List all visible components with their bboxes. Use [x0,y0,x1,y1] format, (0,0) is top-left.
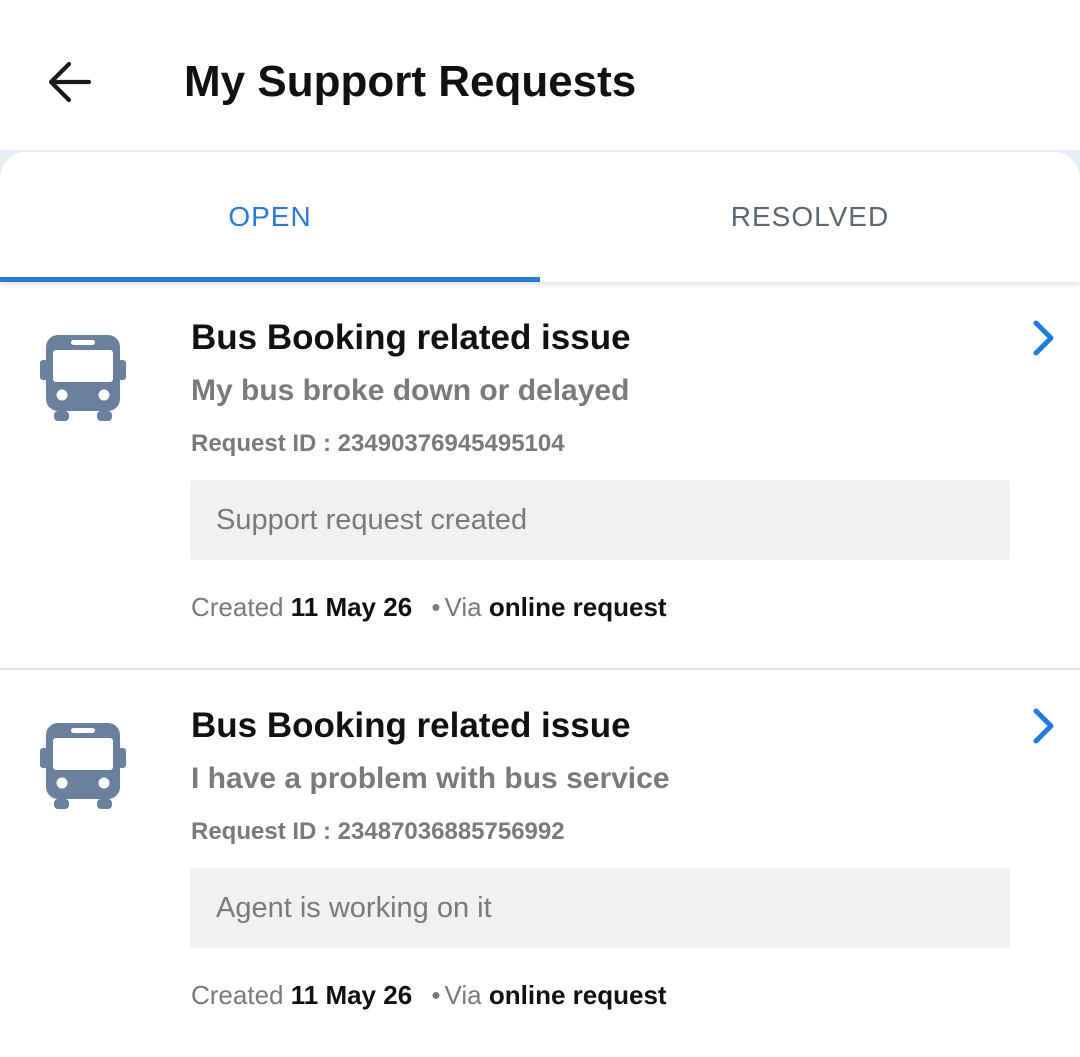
request-meta: Created 11 May 26 • Via online request [191,592,667,623]
status-text: Support request created [216,503,528,536]
created-label: Created [191,592,284,622]
created-label: Created [191,980,284,1010]
request-channel: online request [488,592,667,622]
tab-resolved-label: RESOLVED [730,201,890,232]
request-issue: I have a problem with bus service [191,762,670,795]
request-channel: online request [488,980,667,1010]
status-box: Agent is working on it [190,868,1010,948]
arrow-left-icon [48,61,92,103]
bus-icon [40,335,126,421]
meta-separator: • [431,980,441,1010]
request-id: Request ID : 23490376945495104 [191,430,565,457]
tab-open[interactable]: OPEN [0,152,540,282]
tab-bar: OPEN RESOLVED [0,152,1080,282]
active-tab-indicator [0,277,540,282]
via-label: Via [444,592,482,622]
created-date: 11 May 26 [290,592,413,622]
support-requests-screen: My Support Requests OPEN RESOLVED Bus Bo… [0,0,1080,1057]
chevron-right-icon[interactable] [1028,706,1058,746]
app-header: My Support Requests [0,0,1080,160]
tab-open-label: OPEN [228,201,312,232]
support-request-card[interactable]: Bus Booking related issue My bus broke d… [0,282,1080,670]
back-button[interactable] [34,46,106,118]
status-box: Support request created [190,480,1010,560]
bus-icon [40,723,126,809]
request-category: Bus Booking related issue [191,706,631,745]
tab-resolved[interactable]: RESOLVED [540,152,1080,282]
page-title: My Support Requests [184,57,637,106]
status-text: Agent is working on it [216,891,492,924]
meta-separator: • [431,592,441,622]
request-issue: My bus broke down or delayed [191,374,630,407]
via-label: Via [444,980,482,1010]
request-category: Bus Booking related issue [191,318,631,357]
created-date: 11 May 26 [290,980,413,1010]
request-meta: Created 11 May 26 • Via online request [191,980,667,1011]
support-request-card[interactable]: Bus Booking related issue I have a probl… [0,670,1080,1057]
chevron-right-icon[interactable] [1028,318,1058,358]
request-id: Request ID : 23487036885756992 [191,818,565,845]
